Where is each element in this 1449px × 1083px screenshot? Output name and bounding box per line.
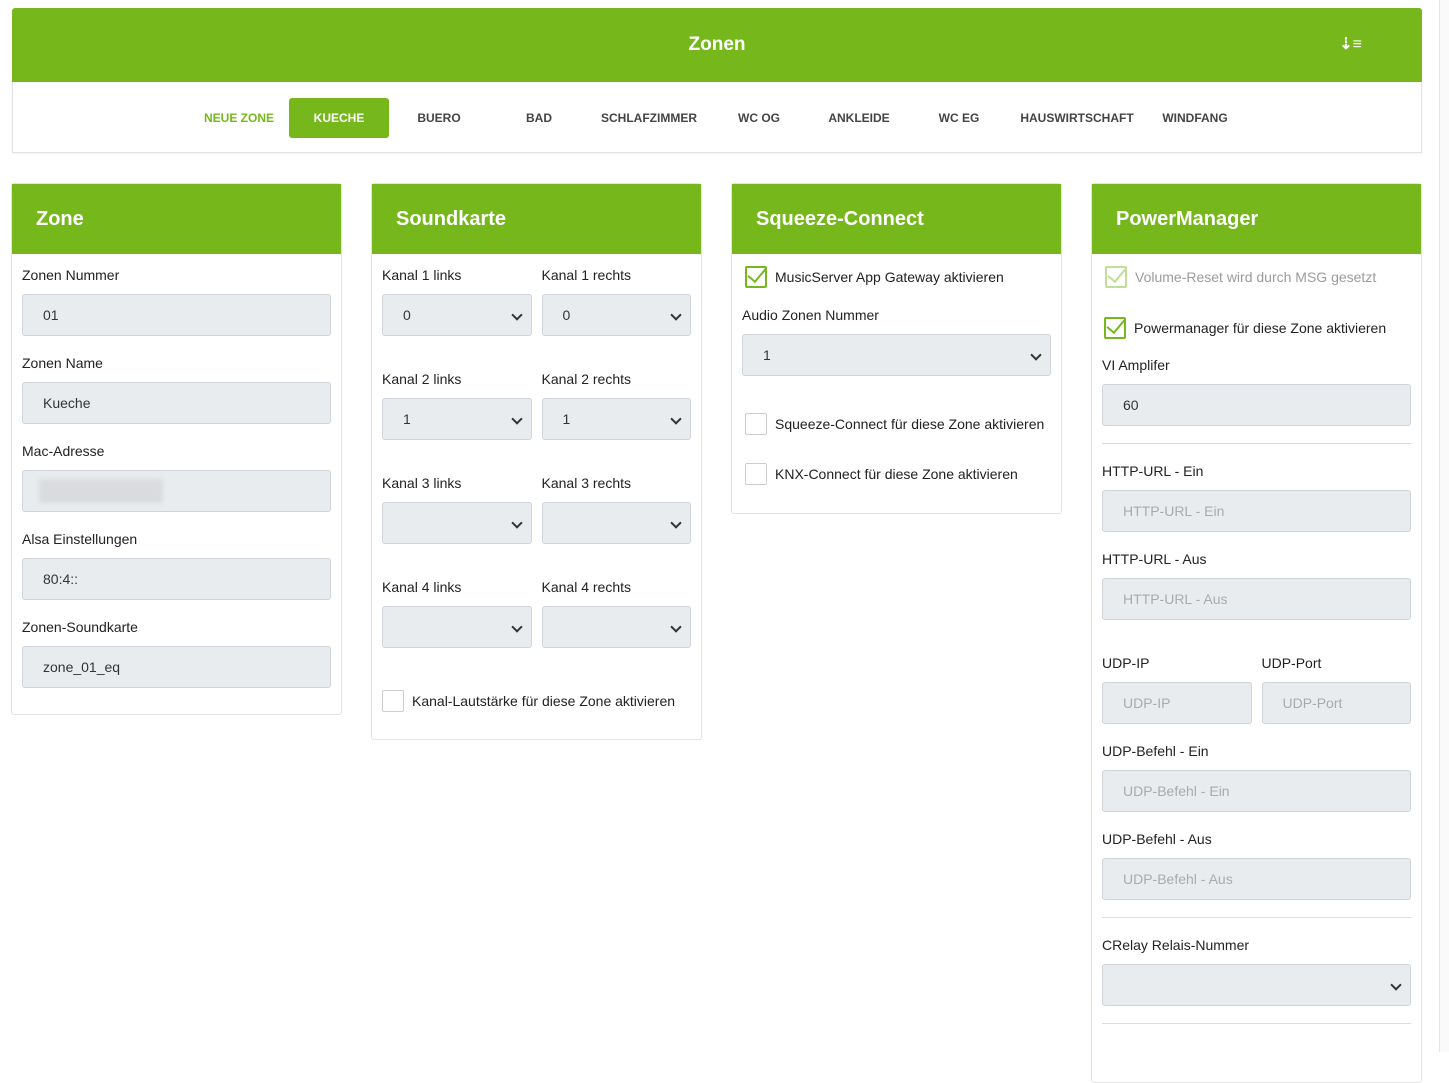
tab-wc-eg[interactable]: WC EG [909, 98, 1009, 138]
udp-befehl-aus-label: UDP-Befehl - Aus [1102, 831, 1212, 847]
http-url-aus-label: HTTP-URL - Aus [1102, 551, 1207, 567]
squeeze-connect-checkbox[interactable]: Squeeze-Connect für diese Zone aktiviere… [745, 412, 1051, 436]
vi-amplifer-input[interactable]: 60 [1102, 384, 1411, 426]
squeeze-card-title: Squeeze-Connect [732, 184, 1061, 254]
tab-schlafzimmer[interactable]: SCHLAFZIMMER [599, 98, 699, 138]
kanal2-rechts-select[interactable]: 1 [541, 398, 691, 440]
crelay-select[interactable] [1102, 964, 1411, 1006]
knx-connect-checkbox[interactable]: KNX-Connect für diese Zone aktivieren [745, 462, 1051, 486]
volume-reset-label: Volume-Reset wird durch MSG gesetzt [1135, 269, 1377, 285]
kanal4-links-label: Kanal 4 links [382, 579, 462, 595]
kanal2-rechts-label: Kanal 2 rechts [541, 371, 632, 387]
redacted-mac [39, 479, 163, 503]
kanal3-links-select[interactable] [382, 502, 532, 544]
kanal1-rechts-label: Kanal 1 rechts [541, 267, 632, 283]
scrollbar[interactable] [1439, 0, 1449, 1052]
kanal3-links-label: Kanal 3 links [382, 475, 462, 491]
crelay-label: CRelay Relais-Nummer [1102, 937, 1250, 953]
audio-zonen-label: Audio Zonen Nummer [742, 307, 879, 323]
udp-ip-input[interactable]: UDP-IP [1102, 682, 1252, 724]
mac-adresse-input[interactable] [22, 470, 331, 512]
http-url-ein-input[interactable]: HTTP-URL - Ein [1102, 490, 1411, 532]
zone-card: Zone Zonen Nummer 01 Zonen Name Kueche Mac… [11, 183, 342, 715]
divider [1102, 917, 1411, 918]
tab-ankleide[interactable]: ANKLEIDE [809, 98, 909, 138]
zonen-nummer-label: Zonen Nummer [22, 267, 120, 283]
http-url-ein-label: HTTP-URL - Ein [1102, 463, 1204, 479]
soundkarte-card: Soundkarte Kanal 1 links 0 Kanal 1 rechts… [371, 183, 702, 740]
vi-amplifer-label: VI Amplifer [1102, 357, 1170, 373]
knx-connect-label: KNX-Connect für diese Zone aktivieren [775, 466, 1018, 482]
kanal-lautstaerke-checkbox[interactable]: Kanal-Lautstärke für diese Zone aktivier… [382, 689, 691, 713]
zonen-soundkarte-label: Zonen-Soundkarte [22, 619, 138, 635]
checkbox-checked-icon [1104, 317, 1126, 339]
checkbox-checked-icon [745, 266, 767, 288]
udp-befehl-ein-input[interactable]: UDP-Befehl - Ein [1102, 770, 1411, 812]
zonen-name-label: Zonen Name [22, 355, 103, 371]
tab-bad[interactable]: BAD [489, 98, 589, 138]
kanal4-rechts-label: Kanal 4 rechts [541, 579, 632, 595]
sort-amount-down-icon[interactable]: ⇣≡ [1339, 34, 1362, 54]
checkbox-checked-icon [1105, 266, 1127, 288]
kanal2-links-select[interactable]: 1 [382, 398, 532, 440]
checkbox-unchecked-icon [745, 463, 767, 485]
kanal4-links-select[interactable] [382, 606, 532, 648]
zonen-name-input[interactable]: Kueche [22, 382, 331, 424]
audio-zonen-select[interactable]: 1 [742, 334, 1051, 376]
powermanager-label: Powermanager für diese Zone aktivieren [1134, 320, 1387, 336]
kanal1-links-label: Kanal 1 links [382, 267, 462, 283]
udp-befehl-ein-label: UDP-Befehl - Ein [1102, 743, 1209, 759]
kanal1-links-select[interactable]: 0 [382, 294, 532, 336]
udp-port-input[interactable]: UDP-Port [1261, 682, 1411, 724]
powermanager-card: PowerManager Volume-Reset wird durch MSG… [1091, 183, 1422, 1083]
squeeze-connect-card: Squeeze-Connect MusicServer App Gateway … [731, 183, 1062, 514]
tab-neue-zone[interactable]: NEUE ZONE [189, 98, 289, 138]
divider [1102, 1023, 1411, 1024]
volume-reset-checkbox: Volume-Reset wird durch MSG gesetzt [1105, 265, 1411, 289]
page-header: Zonen ⇣≡ [12, 8, 1422, 82]
kanal3-rechts-select[interactable] [541, 502, 691, 544]
kanal1-rechts-select[interactable]: 0 [541, 294, 691, 336]
http-url-aus-input[interactable]: HTTP-URL - Aus [1102, 578, 1411, 620]
kanal4-rechts-select[interactable] [541, 606, 691, 648]
tab-hauswirtschaft[interactable]: HAUSWIRTSCHAFT [1020, 98, 1133, 138]
alsa-label: Alsa Einstellungen [22, 531, 138, 547]
tab-buero[interactable]: BUERO [389, 98, 489, 138]
udp-port-label: UDP-Port [1261, 655, 1322, 671]
tab-windfang[interactable]: WINDFANG [1145, 98, 1245, 138]
kanal2-links-label: Kanal 2 links [382, 371, 462, 387]
udp-ip-label: UDP-IP [1102, 655, 1150, 671]
zonen-nummer-input[interactable]: 01 [22, 294, 331, 336]
soundkarte-card-title: Soundkarte [372, 184, 701, 254]
kanal3-rechts-label: Kanal 3 rechts [541, 475, 632, 491]
checkbox-unchecked-icon [382, 690, 404, 712]
gateway-label: MusicServer App Gateway aktivieren [775, 269, 1004, 285]
zonen-soundkarte-input[interactable]: zone_01_eq [22, 646, 331, 688]
zone-tabs: NEUE ZONE KUECHE BUERO BAD SCHLAFZIMMER … [12, 82, 1422, 153]
tab-wc-og[interactable]: WC OG [709, 98, 809, 138]
udp-befehl-aus-input[interactable]: UDP-Befehl - Aus [1102, 858, 1411, 900]
page-title: Zonen [688, 34, 746, 55]
zone-card-title: Zone [12, 184, 341, 254]
divider [1102, 443, 1411, 444]
gateway-checkbox[interactable]: MusicServer App Gateway aktivieren [745, 265, 1051, 289]
powermanager-card-title: PowerManager [1092, 184, 1421, 254]
powermanager-checkbox[interactable]: Powermanager für diese Zone aktivieren [1104, 316, 1411, 340]
alsa-input[interactable]: 80:4:: [22, 558, 331, 600]
squeeze-connect-label: Squeeze-Connect für diese Zone aktiviere… [775, 416, 1045, 432]
kanal-lautstaerke-label: Kanal-Lautstärke für diese Zone aktivier… [412, 693, 676, 709]
mac-adresse-label: Mac-Adresse [22, 443, 105, 459]
checkbox-unchecked-icon [745, 413, 767, 435]
tab-kueche[interactable]: KUECHE [289, 98, 389, 138]
